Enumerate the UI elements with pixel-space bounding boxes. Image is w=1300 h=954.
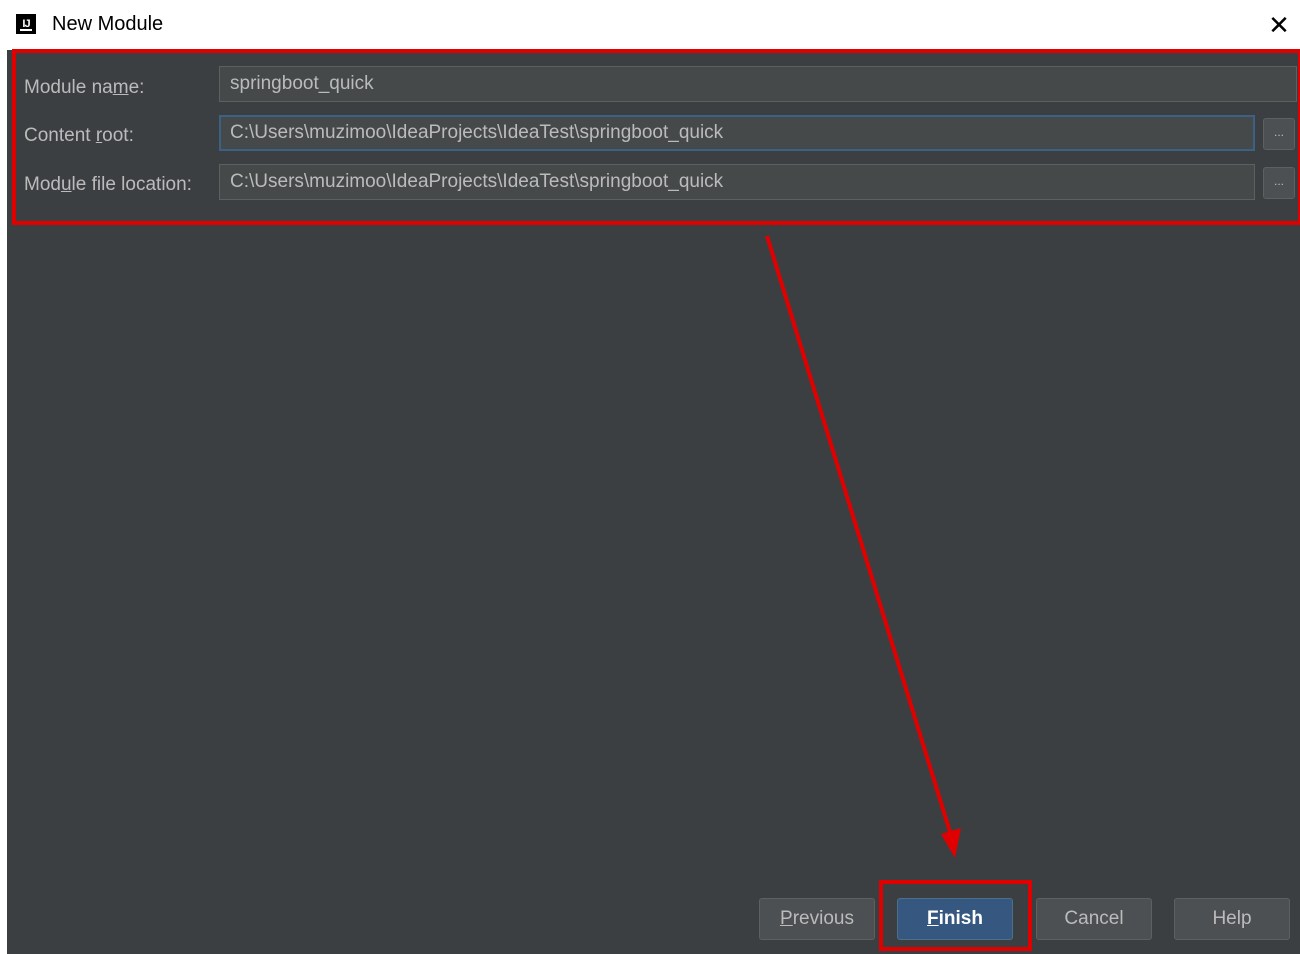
content-root-row: Content root: C:\Users\muzimoo\IdeaProje… xyxy=(7,115,1300,155)
help-button[interactable]: Help xyxy=(1174,898,1290,940)
module-file-location-row: Module file location: C:\Users\muzimoo\I… xyxy=(7,164,1300,204)
module-name-field[interactable]: springboot_quick xyxy=(219,66,1297,102)
module-file-location-browse-button[interactable]: ... xyxy=(1263,167,1295,199)
module-name-row: Module name: springboot_quick xyxy=(7,66,1300,106)
module-name-label: Module name: xyxy=(24,77,145,98)
finish-button[interactable]: Finish xyxy=(897,898,1013,940)
intellij-idea-icon: IJ xyxy=(16,14,36,34)
close-icon[interactable]: ✕ xyxy=(1264,10,1294,40)
title-bar: IJ New Module ✕ xyxy=(0,0,1300,50)
content-root-label: Content root: xyxy=(24,125,134,146)
dialog-content: Module name: springboot_quick Content ro… xyxy=(7,50,1300,954)
module-file-location-label: Module file location: xyxy=(24,174,192,195)
module-file-location-field[interactable]: C:\Users\muzimoo\IdeaProjects\IdeaTest\s… xyxy=(219,164,1255,200)
content-root-browse-button[interactable]: ... xyxy=(1263,118,1295,150)
cancel-button[interactable]: Cancel xyxy=(1036,898,1152,940)
previous-button[interactable]: Previous xyxy=(759,898,875,940)
window-title: New Module xyxy=(52,13,164,35)
content-root-field[interactable]: C:\Users\muzimoo\IdeaProjects\IdeaTest\s… xyxy=(219,115,1255,151)
